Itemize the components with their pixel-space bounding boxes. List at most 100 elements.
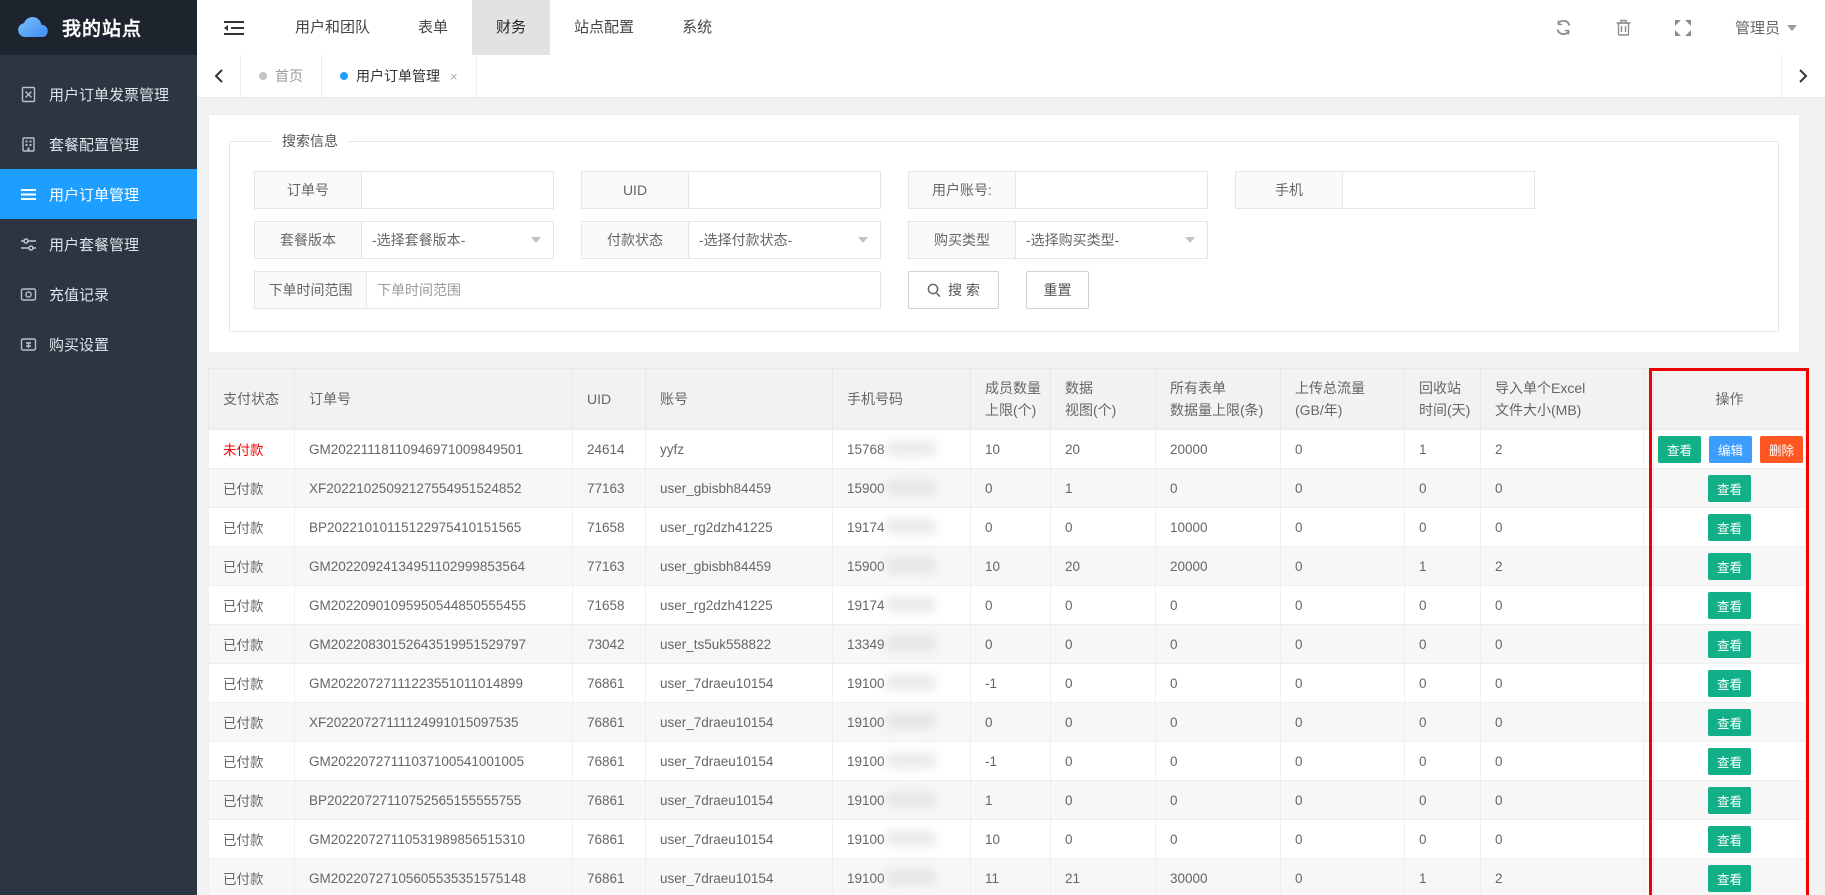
table-row: 已付款GM2022072710560553535157514876861user…	[209, 859, 1806, 895]
sidebar-item-4[interactable]: 用户套餐管理	[0, 219, 197, 269]
field-input[interactable]	[1342, 171, 1535, 209]
data-views: 0	[1051, 664, 1156, 703]
col-header-2: 订单号	[295, 369, 573, 430]
view-button[interactable]: 查看	[1708, 670, 1751, 697]
search-field-2: UID	[581, 171, 881, 209]
view-button[interactable]: 查看	[1708, 631, 1751, 658]
actions-cell: 查看	[1654, 508, 1806, 547]
uid: 76861	[573, 664, 646, 703]
view-button[interactable]: 查看	[1708, 709, 1751, 736]
select-box[interactable]: -选择付款状态-	[688, 221, 881, 259]
upload-traffic: 0	[1281, 820, 1405, 859]
field-input[interactable]	[1015, 171, 1208, 209]
account: user_7draeu10154	[646, 664, 833, 703]
table-row: 已付款BP2022072711075256515555575576861user…	[209, 781, 1806, 820]
sidebar-item-2[interactable]: 套餐配置管理	[0, 119, 197, 169]
field-input[interactable]	[361, 171, 554, 209]
fullscreen-icon[interactable]	[1675, 20, 1691, 36]
view-button[interactable]: 查看	[1708, 787, 1751, 814]
form-data-limit: 0	[1156, 742, 1281, 781]
select-box[interactable]: -选择购买类型-	[1015, 221, 1208, 259]
recycle-days: 0	[1405, 820, 1481, 859]
data-views: 0	[1051, 781, 1156, 820]
select-box[interactable]: -选择套餐版本-	[361, 221, 554, 259]
col-header-11: 导入单个Excel文件大小(MB)	[1481, 369, 1644, 430]
edit-button[interactable]: 编辑	[1709, 436, 1752, 463]
orders-table-wrap: 支付状态订单号UID账号手机号码成员数量上限(个)数据视图(个)所有表单数据量上…	[208, 368, 1805, 895]
clipped-cell: 0	[1644, 742, 1654, 781]
sidebar-item-label: 用户订单发票管理	[49, 84, 169, 105]
payment-status: 已付款	[209, 859, 295, 895]
view-button[interactable]: 查看	[1708, 865, 1751, 892]
upload-traffic: 0	[1281, 508, 1405, 547]
sidebar-item-5[interactable]: 充值记录	[0, 269, 197, 319]
view-button[interactable]: 查看	[1708, 592, 1751, 619]
table-row: 已付款GM2022072711103710054100100576861user…	[209, 742, 1806, 781]
refresh-icon[interactable]	[1555, 19, 1572, 36]
close-icon[interactable]: ×	[450, 69, 458, 84]
col-header-7: 数据视图(个)	[1051, 369, 1156, 430]
payment-status: 已付款	[209, 820, 295, 859]
phone-number: 19100	[833, 742, 971, 781]
data-views: 0	[1051, 586, 1156, 625]
delete-button[interactable]: 删除	[1760, 436, 1803, 463]
data-views: 0	[1051, 742, 1156, 781]
account: yyfz	[646, 430, 833, 469]
payment-status: 已付款	[209, 703, 295, 742]
phone-number: 19174	[833, 586, 971, 625]
order-number: XF20221025092127554951524852	[295, 469, 573, 508]
upload-traffic: 0	[1281, 469, 1405, 508]
clipped-cell: 0	[1644, 625, 1654, 664]
view-button[interactable]: 查看	[1708, 826, 1751, 853]
tabs-scroll-left-icon[interactable]	[197, 55, 241, 97]
sidebar-item-3[interactable]: 用户订单管理	[0, 169, 197, 219]
nav-item-4[interactable]: 站点配置	[550, 0, 658, 55]
actions-cell: 查看	[1654, 586, 1806, 625]
upload-traffic: 0	[1281, 859, 1405, 895]
trash-icon[interactable]	[1616, 19, 1631, 36]
view-button[interactable]: 查看	[1708, 748, 1751, 775]
reset-button[interactable]: 重置	[1026, 271, 1089, 309]
site-logo[interactable]: 我的站点	[0, 0, 197, 55]
nav-item-3[interactable]: 财务	[472, 0, 550, 55]
view-button[interactable]: 查看	[1708, 475, 1751, 502]
phone-number: 19100	[833, 781, 971, 820]
form-data-limit: 0	[1156, 781, 1281, 820]
nav-item-5[interactable]: 系统	[658, 0, 736, 55]
tab-2[interactable]: 用户订单管理×	[322, 55, 477, 97]
collapse-sidebar-icon[interactable]	[197, 20, 271, 36]
order-list-icon	[20, 186, 37, 203]
tabs-scroll-right-icon[interactable]	[1781, 55, 1825, 97]
sidebar-item-6[interactable]: 购买设置	[0, 319, 197, 369]
field-label: 用户账号:	[908, 171, 1015, 209]
tab-bar: 首页用户订单管理×	[197, 55, 1825, 98]
order-time-range-input[interactable]	[366, 271, 881, 309]
form-data-limit: 0	[1156, 469, 1281, 508]
field-input[interactable]	[688, 171, 881, 209]
recycle-days: 0	[1405, 781, 1481, 820]
view-button[interactable]: 查看	[1708, 553, 1751, 580]
admin-user-menu[interactable]: 管理员	[1735, 17, 1797, 38]
uid: 77163	[573, 469, 646, 508]
sidebar-item-1[interactable]: 用户订单发票管理	[0, 69, 197, 119]
chevron-down-icon	[531, 237, 541, 243]
view-button[interactable]: 查看	[1658, 436, 1701, 463]
phone-number: 15900	[833, 547, 971, 586]
view-button[interactable]: 查看	[1708, 514, 1751, 541]
search-button[interactable]: 搜 索	[908, 271, 999, 309]
tab-1[interactable]: 首页	[241, 55, 322, 97]
account: user_ts5uk558822	[646, 625, 833, 664]
data-views: 20	[1051, 430, 1156, 469]
page-content: 搜索信息 订单号UID用户账号:手机 套餐版本-选择套餐版本-付款状态-选择付款…	[197, 98, 1825, 895]
recycle-days: 1	[1405, 430, 1481, 469]
search-card: 搜索信息 订单号UID用户账号:手机 套餐版本-选择套餐版本-付款状态-选择付款…	[208, 114, 1800, 353]
actions-cell: 查看	[1654, 742, 1806, 781]
order-time-range-field: 下单时间范围	[254, 271, 881, 309]
nav-item-2[interactable]: 表单	[394, 0, 472, 55]
nav-item-1[interactable]: 用户和团队	[271, 0, 394, 55]
field-label: UID	[581, 171, 688, 209]
order-number: BP20220727110752565155555755	[295, 781, 573, 820]
package-config-icon	[20, 136, 37, 153]
recycle-days: 0	[1405, 469, 1481, 508]
excel-size: 0	[1481, 508, 1644, 547]
